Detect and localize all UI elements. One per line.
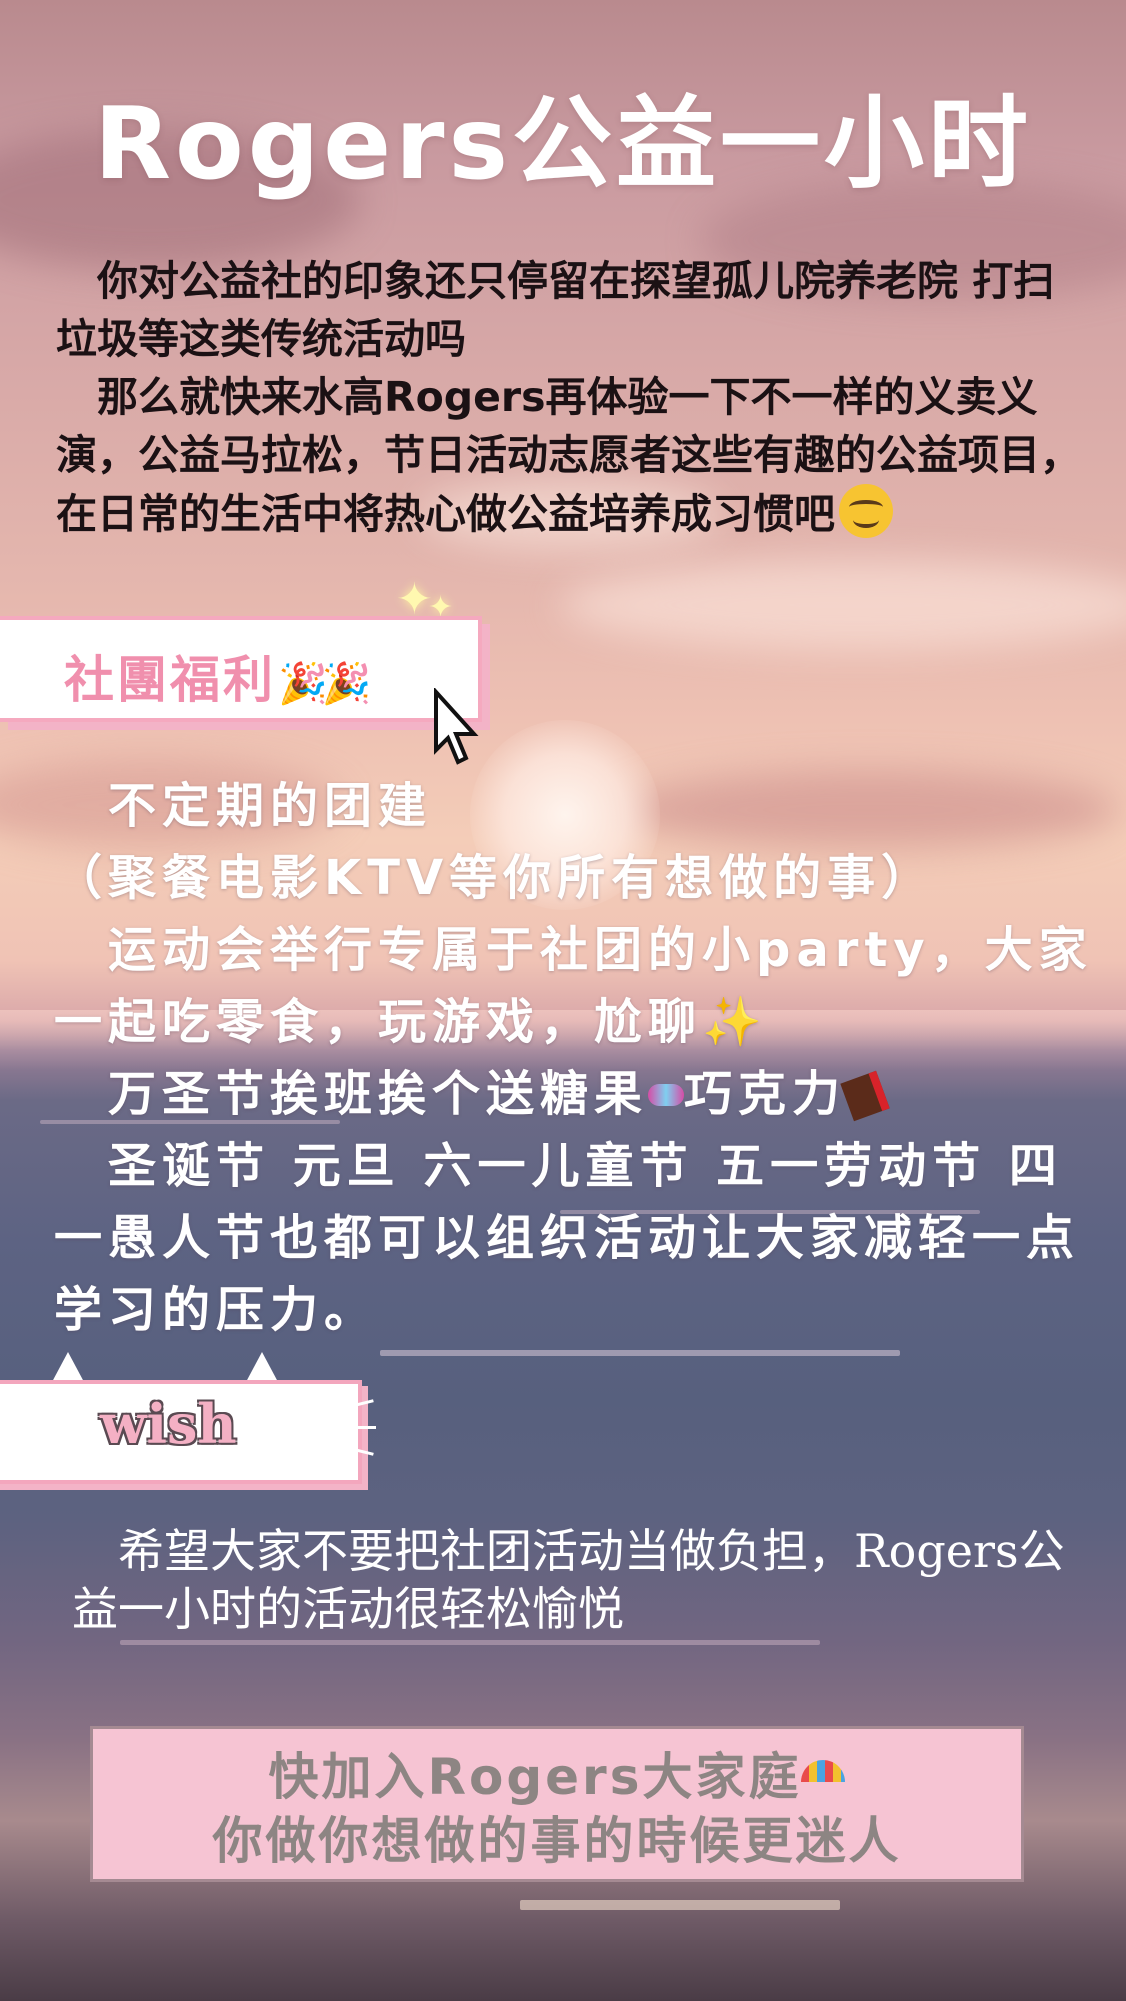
cta-line-1: 快加入Rogers大家庭 [268,1748,802,1806]
intro-line-1: 你对公益社的印象还只停留在探望孤儿院养老院 打扫垃圾等这类传统活动吗 [56,257,1055,363]
candy-icon [648,1084,685,1106]
cat-ear-right [246,1352,278,1382]
welfare-item: 运动会举行专属于社团的小party，大家一起吃零食，玩游戏，尬聊 [54,922,1093,1050]
sea-streak [120,1640,820,1645]
join-call-to-action: 快加入Rogers大家庭 你做你想做的事的時候更迷人 [90,1726,1024,1882]
sparkles-icon: ✨ [702,994,768,1050]
cat-ear-left [52,1352,84,1382]
welfare-item: 圣诞节 元旦 六一儿童节 五一劳动节 四一愚人节也都可以组织活动让大家减轻一点学… [54,1138,1081,1338]
sea-streak [520,1900,840,1910]
umbrella-icon [801,1760,846,1782]
wish-paragraph: 希望大家不要把社团活动当做负担，Rogers公益一小时的活动很轻松愉悦 [72,1522,1072,1638]
intro-paragraph: 你对公益社的印象还只停留在探望孤儿院养老院 打扫垃圾等这类传统活动吗 那么就快来… [56,252,1086,543]
welfare-heading: 社團福利🎉🎉 [64,640,372,712]
welfare-item: （聚餐电影KTV等你所有想做的事） [54,850,936,906]
cta-line-2: 你做你想做的事的時候更迷人 [212,1812,902,1870]
welfare-item: 不定期的团建 [108,778,433,834]
page-title: Rogers公益一小时 [94,85,1032,202]
wish-text: 希望大家不要把社团活动当做负担，Rogers公益一小时的活动很轻松愉悦 [72,1524,1065,1636]
welfare-list: 不定期的团建 （聚餐电影KTV等你所有想做的事） 运动会举行专属于社团的小par… [54,770,1094,1346]
chocolate-icon [840,1070,890,1122]
welfare-heading-text: 社團福利 [64,651,276,709]
cloud [560,560,1126,650]
wish-heading: wish [100,1392,237,1456]
intro-line-2: 那么就快来水高Rogers再体验一下不一样的义卖义演，公益马拉松，节日活动志愿者… [56,373,1081,538]
smiling-face-icon [839,484,893,538]
welfare-item: 巧克力 [684,1066,847,1122]
welfare-item: 万圣节挨班挨个送糖果 [108,1066,649,1122]
sea-streak [380,1350,900,1356]
cursor-icon [434,688,479,765]
party-popper-icon: 🎉🎉 [278,661,372,707]
whisker [336,1426,376,1429]
